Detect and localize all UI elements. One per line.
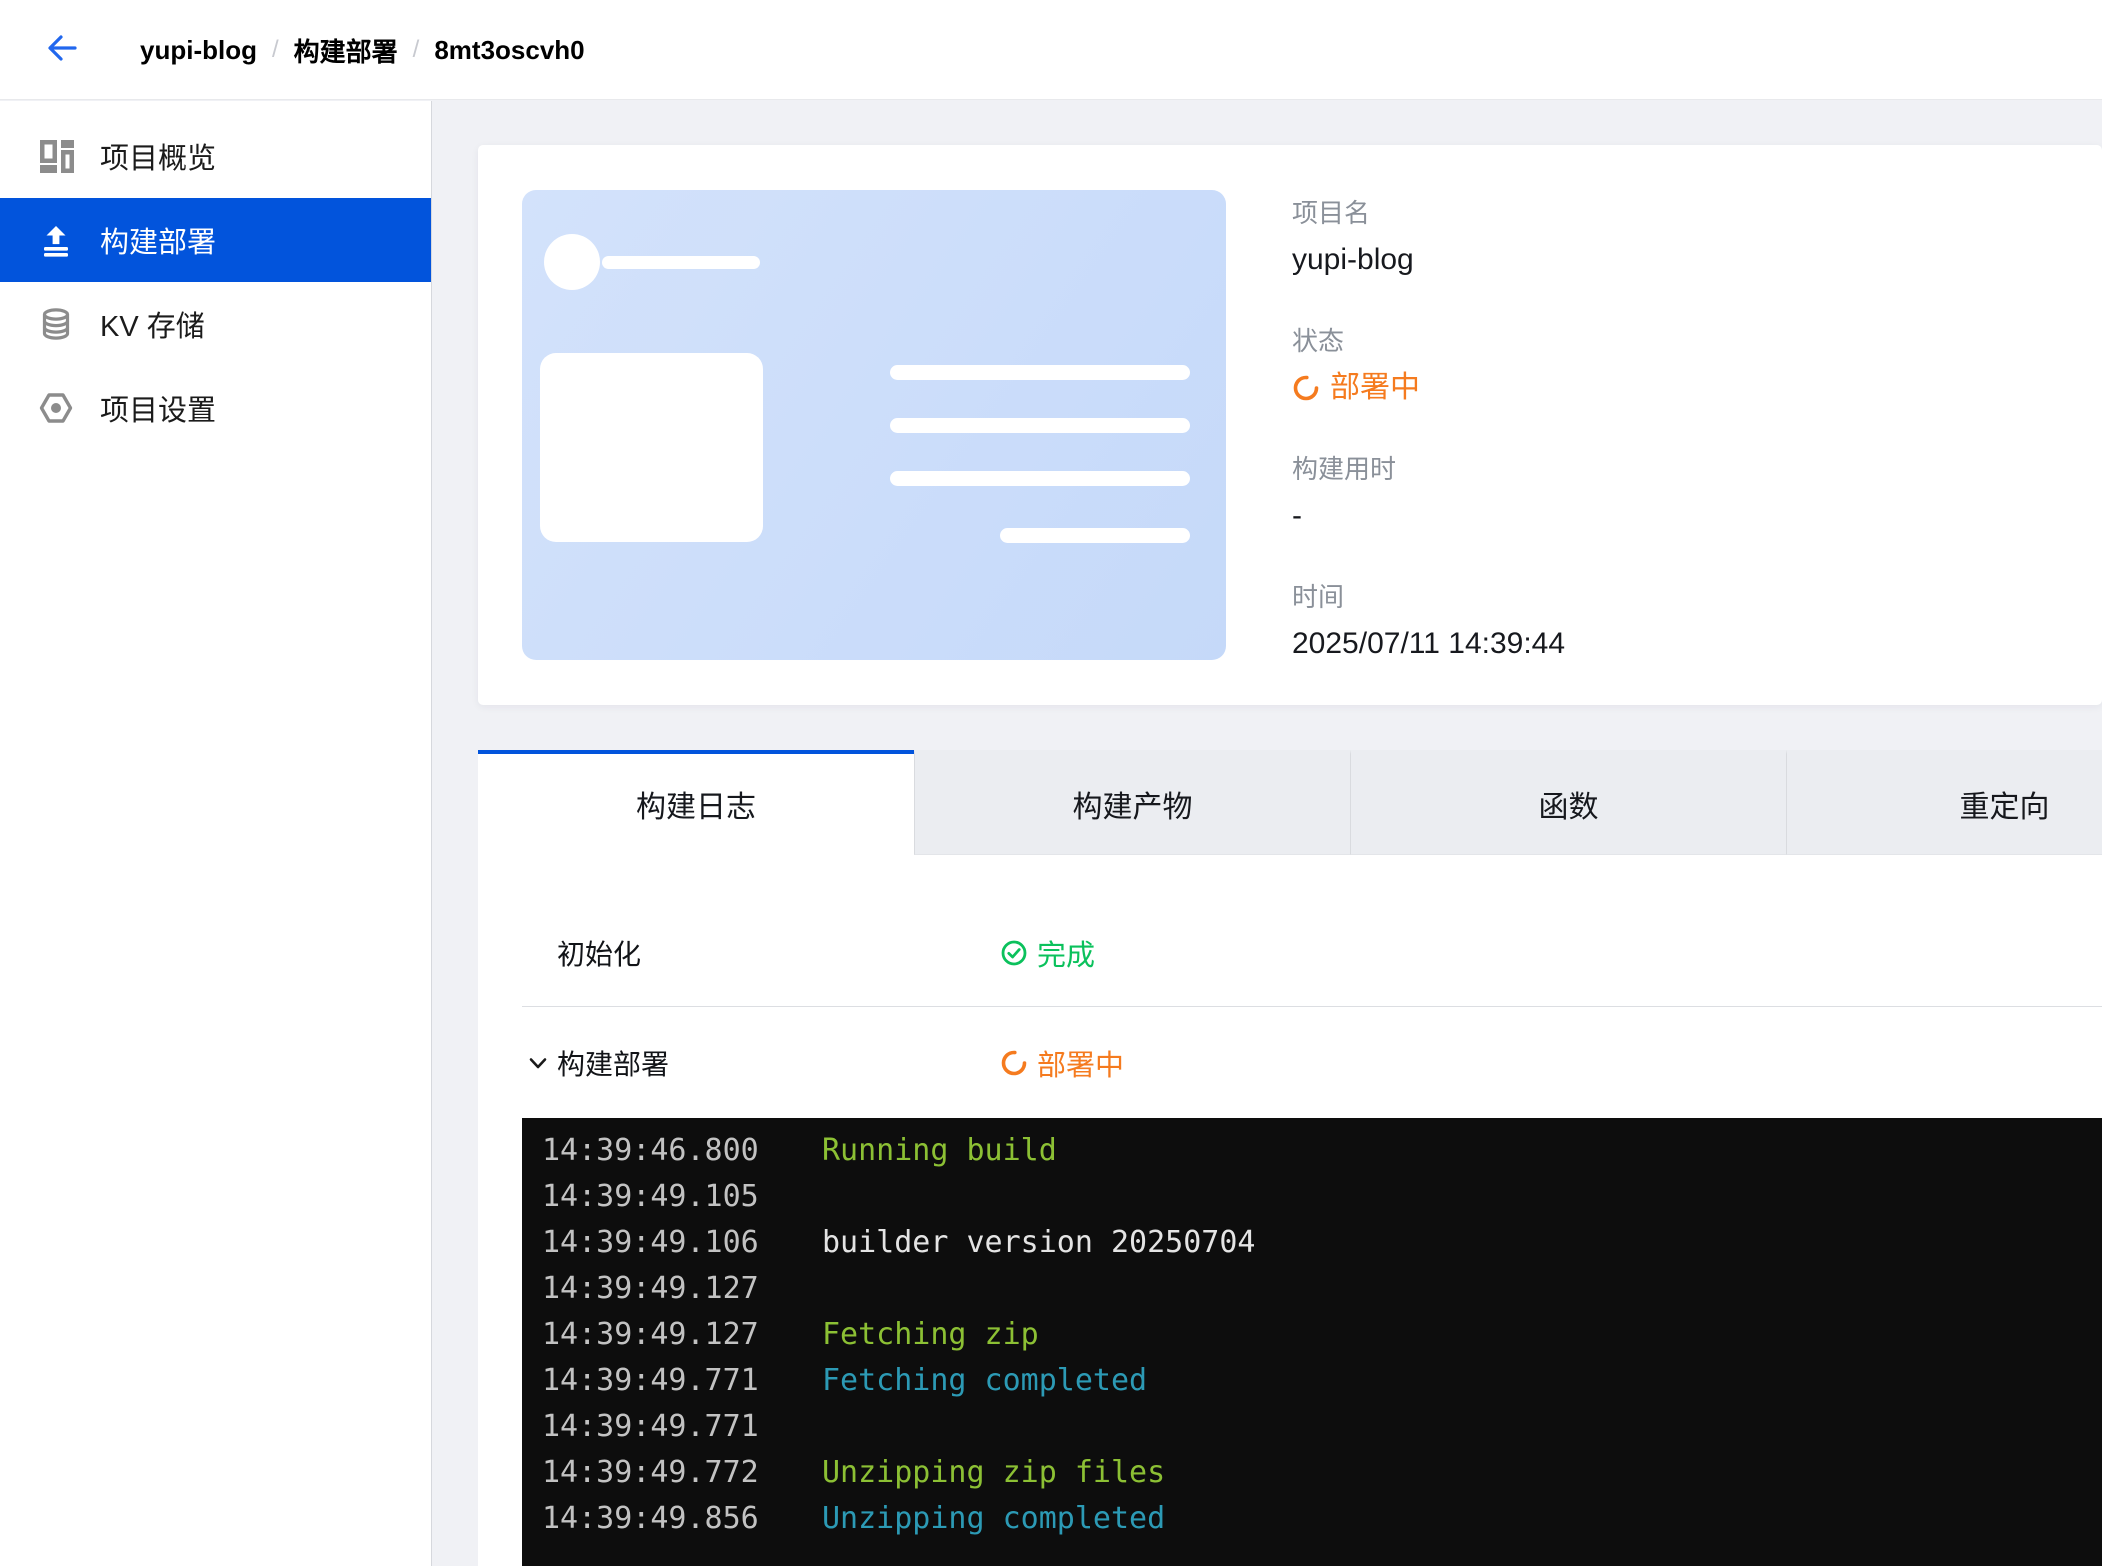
check-circle-icon [1000,939,1028,967]
log-timestamp: 14:39:49.105 [542,1174,822,1220]
build-log-panel: 初始化 完成 构建部署 部署中 14: [478,855,2102,1566]
breadcrumb-deployment-id: 8mt3oscvh0 [434,35,584,66]
tab-functions[interactable]: 函数 [1350,750,1786,855]
placeholder-line [890,418,1190,433]
sidebar-item-label: 构建部署 [100,219,216,261]
step-status-done: 完成 [1000,931,1095,975]
log-timestamp: 14:39:49.127 [542,1312,822,1358]
log-timestamp: 14:39:49.771 [542,1404,822,1450]
placeholder-line [890,365,1190,380]
log-timestamp: 14:39:49.106 [542,1220,822,1266]
settings-icon [38,390,74,426]
log-timestamp: 14:39:49.127 [542,1266,822,1312]
sidebar-item-label: 项目概览 [100,135,216,177]
field-label: 状态 [1292,324,1565,358]
step-name: 构建部署 [557,1041,669,1085]
time-value: 2025/07/11 14:39:44 [1292,622,1565,666]
log-line: 14:39:49.772Unzipping zip files [542,1450,2102,1496]
step-status-text: 部署中 [1037,1042,1124,1084]
field-status: 状态 部署中 [1292,324,1565,410]
breadcrumb-section[interactable]: 构建部署 [294,32,398,69]
log-line: 14:39:49.771 [542,1404,2102,1450]
breadcrumb-separator: / [272,36,279,64]
tab-build-log[interactable]: 构建日志 [478,750,914,855]
log-timestamp: 14:39:49.856 [542,1496,822,1542]
log-timestamp: 14:39:49.772 [542,1450,822,1496]
step-status-running: 部署中 [1000,1041,1124,1085]
tab-redirects[interactable]: 重定向 [1786,750,2102,855]
log-line: 14:39:49.127 [542,1266,2102,1312]
log-line: 14:39:49.856Unzipping completed [542,1496,2102,1542]
field-build-duration: 构建用时 - [1292,452,1565,538]
deployment-details: 项目名 yupi-blog 状态 部署中 构建用时 - 时间 2025/07/1… [1292,196,1565,708]
breadcrumb: yupi-blog / 构建部署 / 8mt3oscvh0 [140,0,585,100]
log-line: 14:39:49.127Fetching zip [542,1312,2102,1358]
placeholder-image-block [540,353,763,542]
breadcrumb-project[interactable]: yupi-blog [140,35,257,66]
chevron-down-icon[interactable] [527,1052,549,1074]
log-timestamp: 14:39:49.771 [542,1358,822,1404]
build-step-init[interactable]: 初始化 完成 [478,931,2102,975]
tab-build-artifacts[interactable]: 构建产物 [914,750,1350,855]
log-message: Fetching completed [822,1363,1147,1398]
deployment-info-card: 项目名 yupi-blog 状态 部署中 构建用时 - 时间 2025/07/1… [478,145,2102,705]
placeholder-line [602,256,760,269]
upload-icon [38,222,74,258]
spinner-icon [1000,1049,1028,1077]
spinner-icon [1292,374,1320,402]
sidebar-item-kv-storage[interactable]: KV 存储 [0,282,431,366]
app-window: yupi-blog / 构建部署 / 8mt3oscvh0 项目概览 [0,0,2102,1566]
log-line: 14:39:46.800Running build [542,1128,2102,1174]
placeholder-line [1000,528,1190,543]
log-timestamp: 14:39:46.800 [542,1128,822,1174]
deployment-preview-placeholder [522,190,1226,660]
project-name-value: yupi-blog [1292,238,1565,282]
build-log-terminal[interactable]: 14:39:46.800Running build 14:39:49.105 1… [522,1118,2102,1566]
log-message: Running build [822,1133,1057,1168]
log-line: 14:39:49.105 [542,1174,2102,1220]
row-divider [522,1006,2102,1007]
log-line: 14:39:49.771Fetching completed [542,1358,2102,1404]
step-name: 初始化 [557,931,641,975]
log-line: 14:39:49.106builder version 20250704 [542,1220,2102,1266]
field-project-name: 项目名 yupi-blog [1292,196,1565,282]
sidebar-item-project-settings[interactable]: 项目设置 [0,366,431,450]
sidebar-item-project-overview[interactable]: 项目概览 [0,114,431,198]
placeholder-line [890,471,1190,486]
dashboard-icon [38,138,74,174]
field-label: 构建用时 [1292,452,1565,486]
step-status-text: 完成 [1037,932,1095,974]
log-message: Unzipping zip files [822,1455,1165,1490]
status-text: 部署中 [1330,366,1420,410]
log-message: Unzipping completed [822,1501,1165,1536]
top-header: yupi-blog / 构建部署 / 8mt3oscvh0 [0,0,2102,100]
breadcrumb-separator: / [413,36,420,64]
back-button[interactable] [42,28,82,68]
sidebar-item-label: 项目设置 [100,387,216,429]
build-step-deploy[interactable]: 构建部署 部署中 [478,1041,2102,1085]
field-time: 时间 2025/07/11 14:39:44 [1292,580,1565,666]
build-duration-value: - [1292,494,1565,538]
tab-bar: 构建日志 构建产物 函数 重定向 [478,750,2102,855]
database-icon [38,306,74,342]
status-badge: 部署中 [1292,366,1565,410]
log-message: builder version 20250704 [822,1225,1255,1260]
sidebar-item-label: KV 存储 [100,303,205,345]
field-label: 时间 [1292,580,1565,614]
arrow-left-icon [44,32,80,64]
field-label: 项目名 [1292,196,1565,230]
sidebar-item-build-deploy[interactable]: 构建部署 [0,198,431,282]
placeholder-avatar [544,234,600,290]
log-message: Fetching zip [822,1317,1039,1352]
sidebar: 项目概览 构建部署 KV 存 [0,101,432,1566]
